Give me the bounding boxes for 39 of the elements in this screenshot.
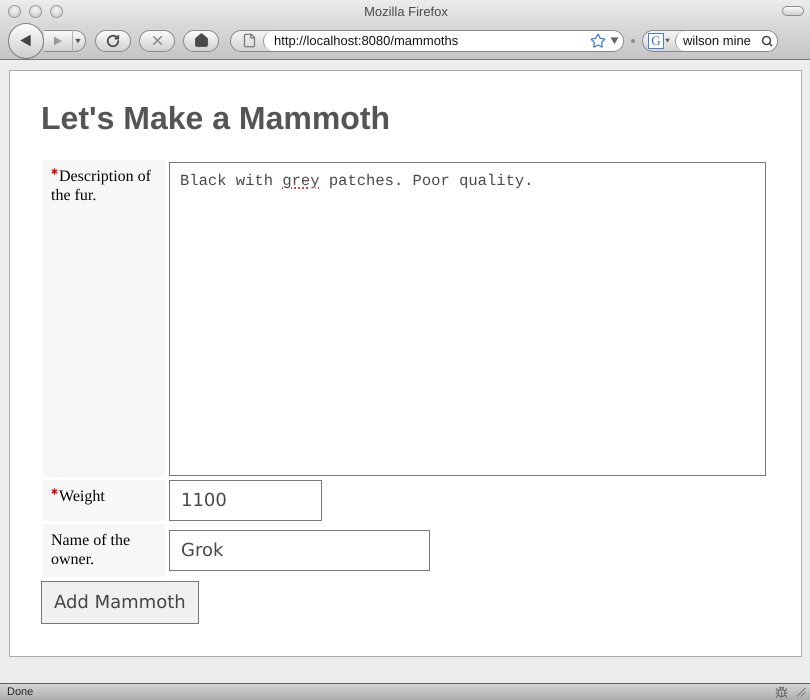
close-window-button[interactable] (8, 4, 21, 18)
caret-icon (74, 38, 80, 44)
page-heading: Let's Make a Mammoth (41, 99, 392, 137)
search-engine-button[interactable]: G (643, 30, 675, 50)
submit-button[interactable]: Add Mammoth (41, 581, 199, 624)
text-area-field[interactable]: Black with grey patches. Poor quality. (169, 162, 766, 476)
search-field[interactable]: wilson mine (675, 30, 777, 50)
field-label: Description of the fur. (43, 160, 165, 477)
back-arrow-icon (18, 34, 32, 47)
caret-icon (665, 38, 670, 43)
text-input-field[interactable]: 1100 (169, 480, 322, 521)
text-input-field[interactable]: Grok (169, 530, 430, 571)
field-label: Weight (43, 480, 165, 521)
resize-grip-icon[interactable] (796, 687, 806, 697)
page-icon (242, 33, 256, 48)
search-icon[interactable] (761, 34, 773, 46)
home-icon (194, 33, 208, 48)
zoom-window-button[interactable] (50, 4, 63, 18)
url-field[interactable]: http://localhost:8080/mammoths (263, 30, 623, 50)
status-text: Done (7, 686, 34, 698)
minimize-window-button[interactable] (29, 4, 42, 18)
toolbar-toggle-button[interactable] (782, 6, 804, 16)
home-button[interactable] (183, 30, 219, 52)
url-text: http://localhost:8080/mammoths (274, 33, 460, 48)
stop-button[interactable] (139, 30, 175, 52)
address-bar[interactable]: http://localhost:8080/mammoths (230, 30, 624, 52)
history-dropdown-button[interactable] (72, 30, 86, 52)
caret-icon (610, 36, 619, 45)
splitter-dot-icon (631, 38, 635, 42)
field-label: Name of the owner. (43, 524, 165, 577)
reload-icon (106, 34, 120, 48)
back-button[interactable] (8, 22, 44, 58)
reload-button[interactable] (95, 30, 131, 52)
bookmark-star-icon[interactable] (590, 32, 606, 48)
window-title: Mozilla Firefox (364, 4, 448, 18)
forward-arrow-icon (53, 36, 63, 46)
search-text: wilson mine (683, 33, 752, 48)
search-engine-logo: G (648, 32, 664, 48)
search-bar[interactable]: G wilson mine (642, 30, 778, 52)
